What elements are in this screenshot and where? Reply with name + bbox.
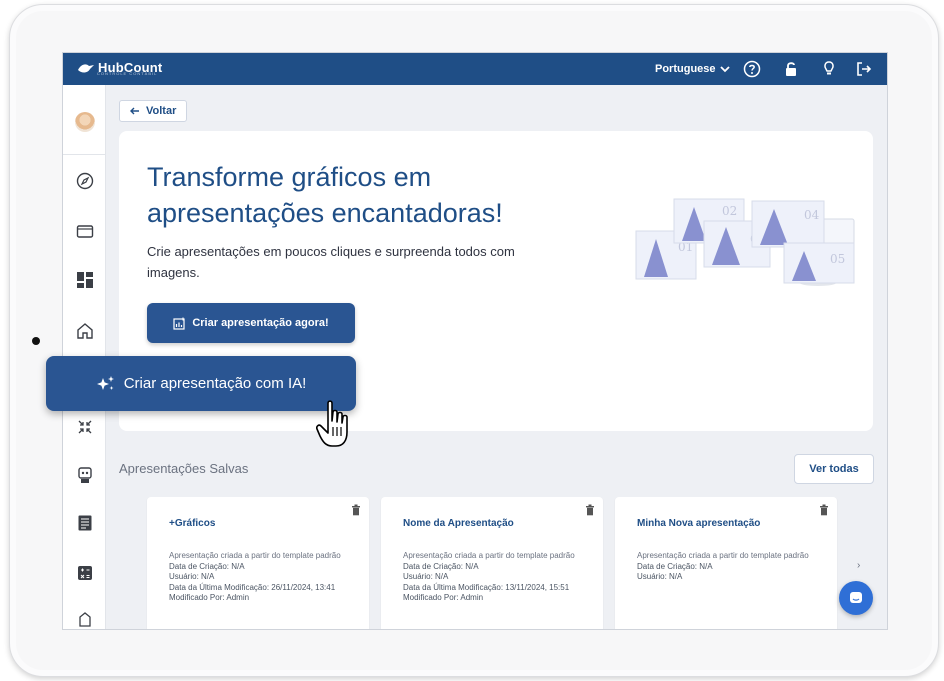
tablet-camera <box>32 337 40 345</box>
hero-title: Transforme gráficos em apresentações enc… <box>147 162 503 228</box>
presentation-name: +Gráficos <box>169 518 216 529</box>
presentation-modified-by: Modificado Por: Admin <box>169 593 250 602</box>
logout-icon[interactable] <box>855 60 873 78</box>
hand-pointer-icon <box>316 400 348 447</box>
chevron-right-icon[interactable]: › <box>857 560 860 571</box>
chat-button[interactable] <box>839 581 873 615</box>
presentation-name: Nome da Apresentação <box>403 518 514 529</box>
presentation-user: Usuário: N/A <box>169 572 215 581</box>
slide-number-05: 05 <box>830 252 845 266</box>
home-icon[interactable] <box>75 321 95 341</box>
create-presentation-button[interactable]: Criar apresentação agora! <box>147 303 355 343</box>
back-button[interactable]: Voltar <box>119 100 188 122</box>
report-icon[interactable] <box>75 513 95 533</box>
trash-icon[interactable] <box>819 504 829 516</box>
presentation-created: Data de Criação: N/A <box>169 561 245 571</box>
calculator-icon[interactable] <box>75 563 95 583</box>
presentation-details: Apresentação criada a partir do template… <box>637 550 817 583</box>
presentation-user: Usuário: N/A <box>403 572 449 581</box>
presentation-slides-illustration: 01 02 03 04 05 <box>635 198 855 286</box>
unlock-icon[interactable] <box>782 60 800 78</box>
presentation-card[interactable]: Nome da Apresentação Apresentação criada… <box>381 497 603 629</box>
presentation-description: Apresentação criada a partir do template… <box>169 551 341 560</box>
trash-icon[interactable] <box>585 504 595 516</box>
create-with-ai-button[interactable]: Criar apresentação com IA! <box>46 356 356 411</box>
presentation-user: Usuário: N/A <box>637 572 683 581</box>
folder-icon[interactable] <box>75 221 95 241</box>
help-circle-icon[interactable] <box>743 60 761 78</box>
saved-presentations-title: Apresentações Salvas <box>119 461 249 476</box>
chevron-down-icon <box>719 65 730 72</box>
presentation-name: Minha Nova apresentação <box>637 518 761 529</box>
sidebar-divider <box>63 154 105 155</box>
language-label: Portuguese <box>655 63 716 75</box>
brand-tagline: CONTROLE CONTÁBIL <box>97 71 158 76</box>
chart-add-icon <box>173 317 185 330</box>
compass-icon[interactable] <box>75 171 95 191</box>
bird-logo-icon <box>78 63 94 73</box>
presentation-modified-by: Modificado Por: Admin <box>403 593 484 602</box>
create-presentation-label: Criar apresentação agora! <box>192 317 329 329</box>
lightbulb-icon[interactable] <box>820 60 838 78</box>
building-icon[interactable] <box>75 609 95 629</box>
presentation-details: Apresentação criada a partir do template… <box>169 550 349 604</box>
dashboard-icon[interactable] <box>75 270 95 290</box>
language-selector[interactable]: Portuguese <box>655 63 730 75</box>
presentation-modified: Data da Última Modificação: 26/11/2024, … <box>169 582 336 592</box>
presentation-created: Data de Criação: N/A <box>637 561 713 571</box>
slide-number-04: 04 <box>804 208 820 222</box>
presentation-modified: Data da Última Modificação: 13/11/2024, … <box>403 582 570 592</box>
chat-icon <box>850 592 862 603</box>
presentation-description: Apresentação criada a partir do template… <box>403 551 575 560</box>
see-all-button[interactable]: Ver todas <box>794 454 874 484</box>
presentation-card[interactable]: Minha Nova apresentação Apresentação cri… <box>615 497 837 629</box>
arrow-left-icon <box>130 107 139 115</box>
avatar[interactable] <box>75 112 95 132</box>
back-label: Voltar <box>146 105 177 117</box>
presentation-details: Apresentação criada a partir do template… <box>403 550 583 604</box>
trash-icon[interactable] <box>351 504 361 516</box>
top-bar: HubCount CONTROLE CONTÁBIL Portuguese <box>63 53 887 85</box>
sparkles-icon <box>96 375 114 390</box>
hero-subtitle: Crie apresentações em poucos cliques e s… <box>147 244 515 280</box>
app-screen: HubCount CONTROLE CONTÁBIL Portuguese Vo… <box>62 52 888 630</box>
presentation-created: Data de Criação: N/A <box>403 561 479 571</box>
create-with-ai-label: Criar apresentação com IA! <box>123 375 307 392</box>
slide-number-02: 02 <box>722 204 737 218</box>
presentation-card[interactable]: +Gráficos Apresentação criada a partir d… <box>147 497 369 629</box>
robot-icon[interactable] <box>75 465 95 485</box>
presentation-description: Apresentação criada a partir do template… <box>637 551 809 560</box>
collapse-arrows-icon[interactable] <box>75 417 95 437</box>
